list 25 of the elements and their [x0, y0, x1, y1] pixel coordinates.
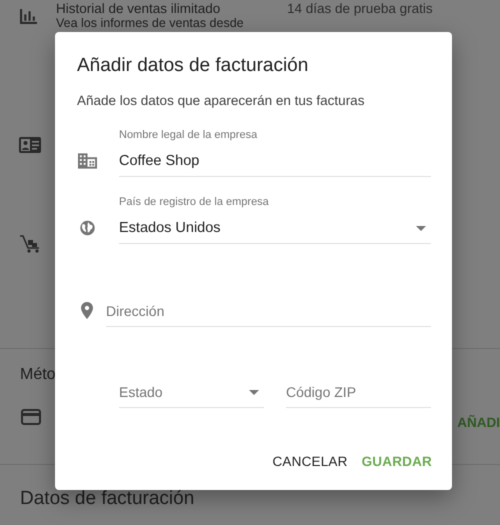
dropdown-caret-icon	[416, 226, 426, 230]
cart-icon	[20, 235, 40, 253]
input-field[interactable]: Código ZIP	[286, 377, 431, 408]
field-label: País de registro de la empresa	[119, 195, 270, 209]
select-field[interactable]: Estados Unidos	[119, 213, 431, 244]
feature-description: Vea los informes de ventas desde	[56, 16, 245, 31]
input-field[interactable]: Coffee Shop	[119, 146, 431, 177]
trial-text: 14 días de prueba gratis	[287, 1, 433, 18]
field-label: Nombre legal de la empresa	[119, 128, 258, 142]
credit-card-icon	[21, 408, 41, 424]
location-pin-icon	[81, 302, 93, 319]
dialog-subtitle: Añade los datos que aparecerán en tus facturas	[77, 92, 366, 110]
cancel-button[interactable]: CANCELAR	[265, 445, 355, 478]
save-button[interactable]: GUARDAR	[354, 445, 439, 478]
section-title: Méto	[20, 365, 56, 385]
bar-chart-icon	[20, 9, 37, 24]
dialog-title: Añadir datos de facturación	[77, 54, 310, 78]
section-title: Datos de facturación	[20, 487, 194, 511]
dropdown-caret-icon	[249, 390, 259, 394]
select-field[interactable]: Estado	[119, 377, 264, 408]
feature-title: Historial de ventas ilimitado	[56, 1, 222, 16]
contact-card-icon	[19, 137, 41, 153]
input-field[interactable]: Dirección	[106, 296, 431, 327]
building-icon	[78, 153, 96, 169]
globe-icon	[78, 220, 96, 236]
